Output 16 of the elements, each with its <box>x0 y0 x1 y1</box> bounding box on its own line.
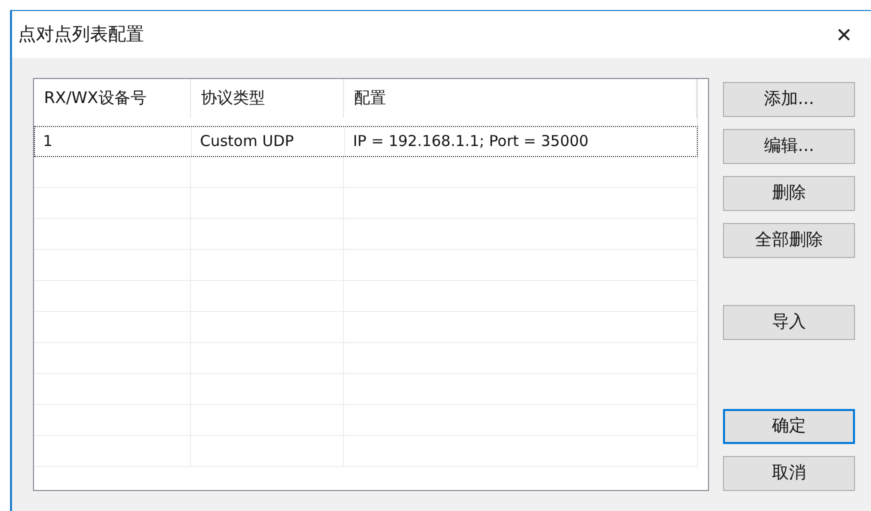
dialog-button[interactable]: 取消 <box>723 456 855 491</box>
dialog-button[interactable]: 删除 <box>723 176 855 211</box>
table-row[interactable]: 1 Custom UDP IP = 192.168.1.1; Port = 35000 <box>34 126 698 157</box>
close-button[interactable]: ✕ <box>829 20 859 50</box>
dialog-button[interactable]: 编辑... <box>723 129 855 164</box>
window-title: 点对点列表配置 <box>18 23 144 47</box>
table-cell: IP = 192.168.1.1; Port = 35000 <box>345 127 697 156</box>
column-header[interactable]: RX/WX设备号 <box>34 79 191 118</box>
column-header[interactable]: 协议类型 <box>191 79 344 118</box>
table-cell: 1 <box>35 127 192 156</box>
column-header[interactable]: 配置 <box>344 79 697 118</box>
table-cell: Custom UDP <box>192 127 345 156</box>
dialog-button[interactable]: 全部删除 <box>723 223 855 258</box>
dialog-button[interactable]: 导入 <box>723 305 855 340</box>
dialog-button[interactable]: 确定 <box>723 409 855 444</box>
dialog-button[interactable]: 添加... <box>723 82 855 117</box>
